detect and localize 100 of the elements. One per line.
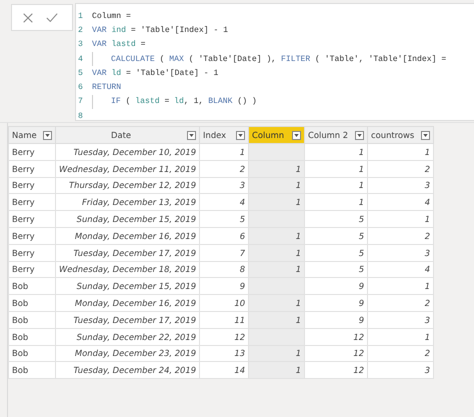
table-cell: 1 — [304, 144, 368, 160]
table-cell: 3 — [368, 362, 434, 379]
table-cell: 1 — [248, 194, 305, 211]
table-cell: 1 — [304, 160, 368, 178]
formula-editor[interactable]: 1 Column = 2 VAR ind = 'Table'[Index] - 1 3 VAR lastd = 4 CALCULATE ( MAX ( 'Table'[Date] ), FILTER ( 'Table', 'Table'[Index] = 5 VAR ld = 'Table'[Date] - 1 6 RETURN 7 IF ( lastd = ld, 1, BLANK () ) 8 — [75, 3, 474, 121]
table-cell: Bob — [8, 362, 56, 379]
table-cell: 9 — [304, 311, 368, 328]
table-cell: Friday, December 13, 2019 — [56, 194, 200, 211]
table-cell: Bob — [8, 278, 56, 295]
column-header[interactable]: Column — [248, 126, 305, 144]
table-cell: Bob — [8, 328, 56, 346]
table-cell: 5 — [304, 244, 368, 262]
line-number: 2 — [77, 26, 84, 35]
table-cell: 5 — [304, 227, 368, 244]
table-cell: Sunday, December 15, 2019 — [56, 278, 200, 295]
table-cell: 1 — [248, 261, 305, 278]
table-cell: Bob — [8, 345, 56, 362]
table-cell: 1 — [248, 244, 305, 262]
table-cell: Berry — [8, 244, 56, 262]
table-cell: Berry — [8, 160, 56, 178]
code-line: CALCULATE ( MAX ( 'Table'[Date] ), FILTER ( 'Table', 'Table'[Index] = — [111, 54, 446, 64]
table-cell: 2 — [368, 160, 434, 178]
column-label: Index — [203, 130, 228, 140]
table-cell: 4 — [368, 261, 434, 278]
table-cell: 1 — [248, 311, 305, 328]
table-cell — [248, 210, 305, 228]
table-cell — [248, 144, 305, 160]
table-cell: Bob — [8, 311, 56, 328]
column-header[interactable]: Index — [200, 126, 249, 144]
code-line: RETURN — [92, 83, 122, 92]
column-header[interactable]: Column 2 — [304, 126, 368, 144]
table-cell: Monday, December 16, 2019 — [56, 294, 200, 312]
code-line: Column = — [92, 12, 131, 21]
table-cell: 4 — [368, 194, 434, 211]
table-cell: Berry — [8, 194, 56, 211]
column-header[interactable]: Name — [8, 126, 56, 144]
table-cell: 3 — [368, 177, 434, 194]
table-cell: Berry — [8, 144, 56, 160]
table-cell: Tuesday, December 17, 2019 — [56, 311, 200, 328]
table-cell: Berry — [8, 177, 56, 194]
line-number: 5 — [77, 68, 84, 78]
table-cell: 1 — [248, 362, 305, 379]
line-number: 7 — [77, 97, 84, 106]
filter-dropdown-icon[interactable] — [43, 130, 52, 140]
table-cell: 1 — [368, 210, 434, 228]
table-cell: 1 — [368, 278, 434, 295]
table-cell: Berry — [8, 210, 56, 228]
table-cell: 2 — [368, 227, 434, 244]
table-cell: 9 — [304, 294, 368, 312]
table-cell — [248, 278, 305, 295]
code-line: VAR ld = 'Table'[Date] - 1 — [92, 68, 218, 78]
filter-dropdown-icon[interactable] — [292, 130, 302, 140]
table-cell: 3 — [368, 244, 434, 262]
table-cell: Wednesday, December 11, 2019 — [56, 160, 200, 178]
close-icon — [22, 12, 34, 24]
table-cell: 2 — [368, 294, 434, 312]
table-cell: 1 — [248, 177, 305, 194]
column-label: Date — [110, 130, 132, 140]
table-cell: 12 — [304, 328, 368, 346]
filter-dropdown-icon[interactable] — [236, 130, 246, 140]
filter-dropdown-icon[interactable] — [355, 130, 364, 140]
line-number: 1 — [77, 12, 84, 21]
table-cell: 9 — [304, 278, 368, 295]
table-cell: 1 — [248, 160, 305, 178]
code-line: VAR lastd = — [92, 40, 146, 50]
code-line: IF ( lastd = ld, 1, BLANK () ) — [111, 97, 257, 106]
line-number: 6 — [77, 83, 84, 92]
table-cell: Sunday, December 15, 2019 — [56, 210, 200, 228]
table-cell: Sunday, December 22, 2019 — [56, 328, 200, 346]
table-cell: Monday, December 16, 2019 — [56, 227, 200, 244]
table-cell: Tuesday, December 24, 2019 — [56, 362, 200, 379]
column-label: Name — [12, 130, 38, 140]
column-header[interactable]: countrows — [368, 126, 434, 144]
filter-dropdown-icon[interactable] — [421, 130, 430, 140]
column-label: Column 2 — [308, 130, 350, 140]
table-cell: 2 — [368, 345, 434, 362]
table-cell: 1 — [248, 294, 305, 312]
filter-dropdown-icon[interactable] — [187, 130, 196, 140]
column-label: Column — [252, 130, 286, 140]
table-cell: 5 — [304, 261, 368, 278]
table-cell: 1 — [248, 227, 305, 244]
table-cell: Thursday, December 12, 2019 — [56, 177, 200, 194]
table-cell — [248, 328, 305, 346]
table-cell: 1 — [368, 144, 434, 160]
table-cell: 1 — [304, 194, 368, 211]
table-cell: 12 — [304, 345, 368, 362]
check-icon — [46, 12, 58, 24]
table-cell: Tuesday, December 10, 2019 — [56, 144, 200, 160]
table-cell: 1 — [248, 345, 305, 362]
table-cell: 5 — [304, 210, 368, 228]
table-cell: Wednesday, December 18, 2019 — [56, 261, 200, 278]
table-cell: 1 — [304, 177, 368, 194]
table-cell: Berry — [8, 261, 56, 278]
line-number: 3 — [77, 40, 84, 50]
line-number: 4 — [77, 54, 84, 64]
table-cell: 3 — [368, 311, 434, 328]
table-cell: Bob — [8, 294, 56, 312]
table-cell: Monday, December 23, 2019 — [56, 345, 200, 362]
table-cell: Berry — [8, 227, 56, 244]
column-header[interactable]: Date — [56, 126, 200, 144]
